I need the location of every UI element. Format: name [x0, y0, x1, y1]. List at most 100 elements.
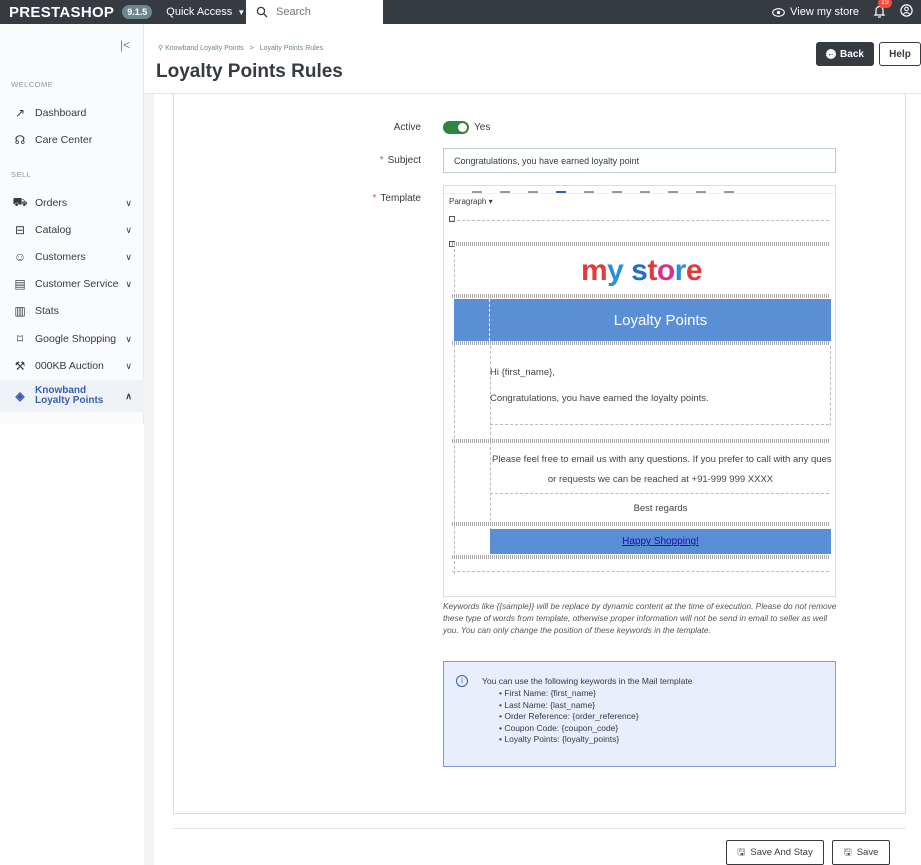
editor-toolbar[interactable]	[444, 186, 835, 194]
table-border	[452, 294, 829, 298]
happy-shopping-link[interactable]: Happy Shopping!	[622, 536, 699, 547]
save-label: Save	[856, 847, 879, 858]
store-icon: ⊟	[14, 223, 26, 237]
sidebar-item-label: 000KB Auction	[35, 360, 104, 372]
keywords-list: First Name: {first_name} Last Name: {las…	[499, 688, 639, 746]
top-right-actions: View my store 19	[772, 0, 913, 24]
help-button[interactable]: Help	[879, 42, 921, 66]
sidebar-item-dashboard[interactable]: ↗ Dashboard	[0, 100, 144, 126]
prestashop-logo[interactable]: PRESTASHOP	[9, 4, 114, 21]
active-value: Yes	[474, 122, 491, 133]
sidebar-item-label: Catalog	[35, 224, 72, 236]
template-label-text: Template	[380, 193, 421, 204]
info-icon: i	[456, 675, 468, 687]
content-gutter	[144, 94, 154, 865]
list-item: Coupon Code: {coupon_code}	[499, 723, 639, 735]
breadcrumb: ⚲ Knowband Loyalty Points > Loyalty Poin…	[158, 44, 323, 52]
chevron-down-icon: ∨	[125, 197, 132, 208]
table-border	[490, 424, 829, 425]
save-button[interactable]: 🖫 Save	[832, 840, 890, 865]
sidebar-item-orders[interactable]: ⛟ Orders ∨	[0, 190, 144, 216]
chart-icon: ▥	[14, 304, 26, 318]
quick-access-menu[interactable]: Quick Access ▼	[166, 6, 245, 18]
section-sell: SELL	[11, 170, 32, 179]
notifications-button[interactable]: 19	[873, 0, 892, 21]
list-item: First Name: {first_name}	[499, 688, 639, 700]
breadcrumb-item-current: Loyalty Points Rules	[259, 45, 324, 52]
sidebar-item-loyalty-points[interactable]: ◈ Knowband Loyalty Points ∧	[0, 380, 144, 412]
sidebar-item-care-center[interactable]: ☊ Care Center	[0, 127, 144, 153]
store-logo-text: my store	[580, 254, 703, 287]
arrow-left-circle-icon: ←	[826, 49, 837, 59]
greeting-text: Hi {first_name},	[490, 367, 555, 378]
caret-down-icon: ▼	[237, 7, 246, 17]
banner-side-cell	[454, 299, 490, 341]
table-border	[452, 522, 829, 526]
search-input[interactable]	[276, 6, 376, 18]
chevron-down-icon: ∨	[125, 224, 132, 235]
page-title: Loyalty Points Rules	[156, 61, 343, 82]
back-button[interactable]: ← Back	[816, 42, 874, 66]
list-item: Loyalty Points: {loyalty_points}	[499, 734, 639, 746]
list-item: Order Reference: {order_reference}	[499, 711, 638, 723]
keywords-info-box: i You can use the following keywords in …	[443, 661, 836, 767]
table-border	[452, 439, 829, 443]
breadcrumb-separator: >	[249, 45, 254, 52]
sidebar-item-customers[interactable]: ☺ Customers ∨	[0, 244, 144, 270]
paragraph-format-select[interactable]: Paragraph ▾	[444, 194, 835, 210]
active-toggle[interactable]	[443, 121, 469, 134]
paragraph-format-label: Paragraph	[449, 197, 487, 206]
table-border	[452, 555, 829, 559]
footer-banner: Happy Shopping!	[490, 529, 831, 554]
collapse-sidebar-icon[interactable]: |<	[120, 38, 130, 52]
bag-icon: ⌑	[16, 332, 24, 346]
loyalty-points-banner: Loyalty Points	[490, 299, 831, 341]
view-store-label: View my store	[790, 6, 859, 18]
gavel-icon: ⚒	[14, 359, 26, 373]
floppy-disk-icon: 🖫	[843, 846, 852, 858]
sidebar: |< WELCOME ↗ Dashboard ☊ Care Center SEL…	[0, 24, 144, 424]
sidebar-item-label: Care Center	[35, 134, 93, 146]
table-border	[452, 242, 829, 246]
user-icon: ☺	[13, 250, 27, 264]
sidebar-item-label: Customers	[35, 251, 86, 263]
footer-divider	[173, 828, 906, 829]
section-welcome: WELCOME	[11, 80, 54, 89]
sidebar-item-auction[interactable]: ⚒ 000KB Auction ∨	[0, 353, 144, 379]
chevron-up-icon: ∧	[125, 391, 132, 401]
quick-access-label: Quick Access	[166, 6, 233, 18]
subject-label: * Subject	[379, 155, 421, 166]
sidebar-item-label: Customer Service	[35, 278, 119, 290]
sidebar-item-google-shopping[interactable]: ⌑ Google Shopping ∨	[0, 326, 144, 352]
cart-icon: ⛟	[12, 195, 28, 209]
sidebar-item-stats[interactable]: ▥ Stats	[0, 298, 144, 324]
table-border	[452, 571, 829, 572]
chevron-down-icon: ∨	[125, 278, 132, 289]
sidebar-item-label: Stats	[35, 305, 59, 317]
eye-icon	[772, 7, 785, 17]
subject-label-text: Subject	[387, 155, 421, 166]
keywords-note: Keywords like {{sample}} will be replace…	[443, 601, 837, 635]
search-icon	[256, 6, 268, 18]
search-box[interactable]	[246, 0, 383, 24]
template-editor[interactable]: Paragraph ▾ my store Loyalty Points Hi {…	[443, 185, 836, 597]
resize-handle[interactable]	[449, 216, 455, 222]
sidebar-item-label: Google Shopping	[35, 333, 117, 345]
account-button[interactable]	[900, 4, 913, 20]
table-border	[490, 493, 829, 494]
breadcrumb-item-module[interactable]: Knowband Loyalty Points	[165, 45, 244, 52]
chat-icon: ▤	[14, 277, 26, 291]
list-item: Last Name: {last_name}	[499, 700, 639, 712]
view-store-link[interactable]: View my store	[772, 6, 859, 18]
sidebar-item-customer-service[interactable]: ▤ Customer Service ∨	[0, 271, 144, 297]
sidebar-item-catalog[interactable]: ⊟ Catalog ∨	[0, 217, 144, 243]
table-border	[452, 220, 829, 221]
account-icon	[900, 4, 913, 17]
sidebar-item-label: Orders	[35, 197, 68, 209]
table-border	[830, 346, 831, 426]
back-button-label: Back	[840, 48, 864, 60]
floppy-disk-icon: 🖫	[737, 846, 746, 858]
save-and-stay-button[interactable]: 🖫 Save And Stay	[726, 840, 824, 865]
subject-input[interactable]: Congratulations, you have earned loyalty…	[443, 148, 836, 173]
active-label: Active	[393, 122, 421, 133]
